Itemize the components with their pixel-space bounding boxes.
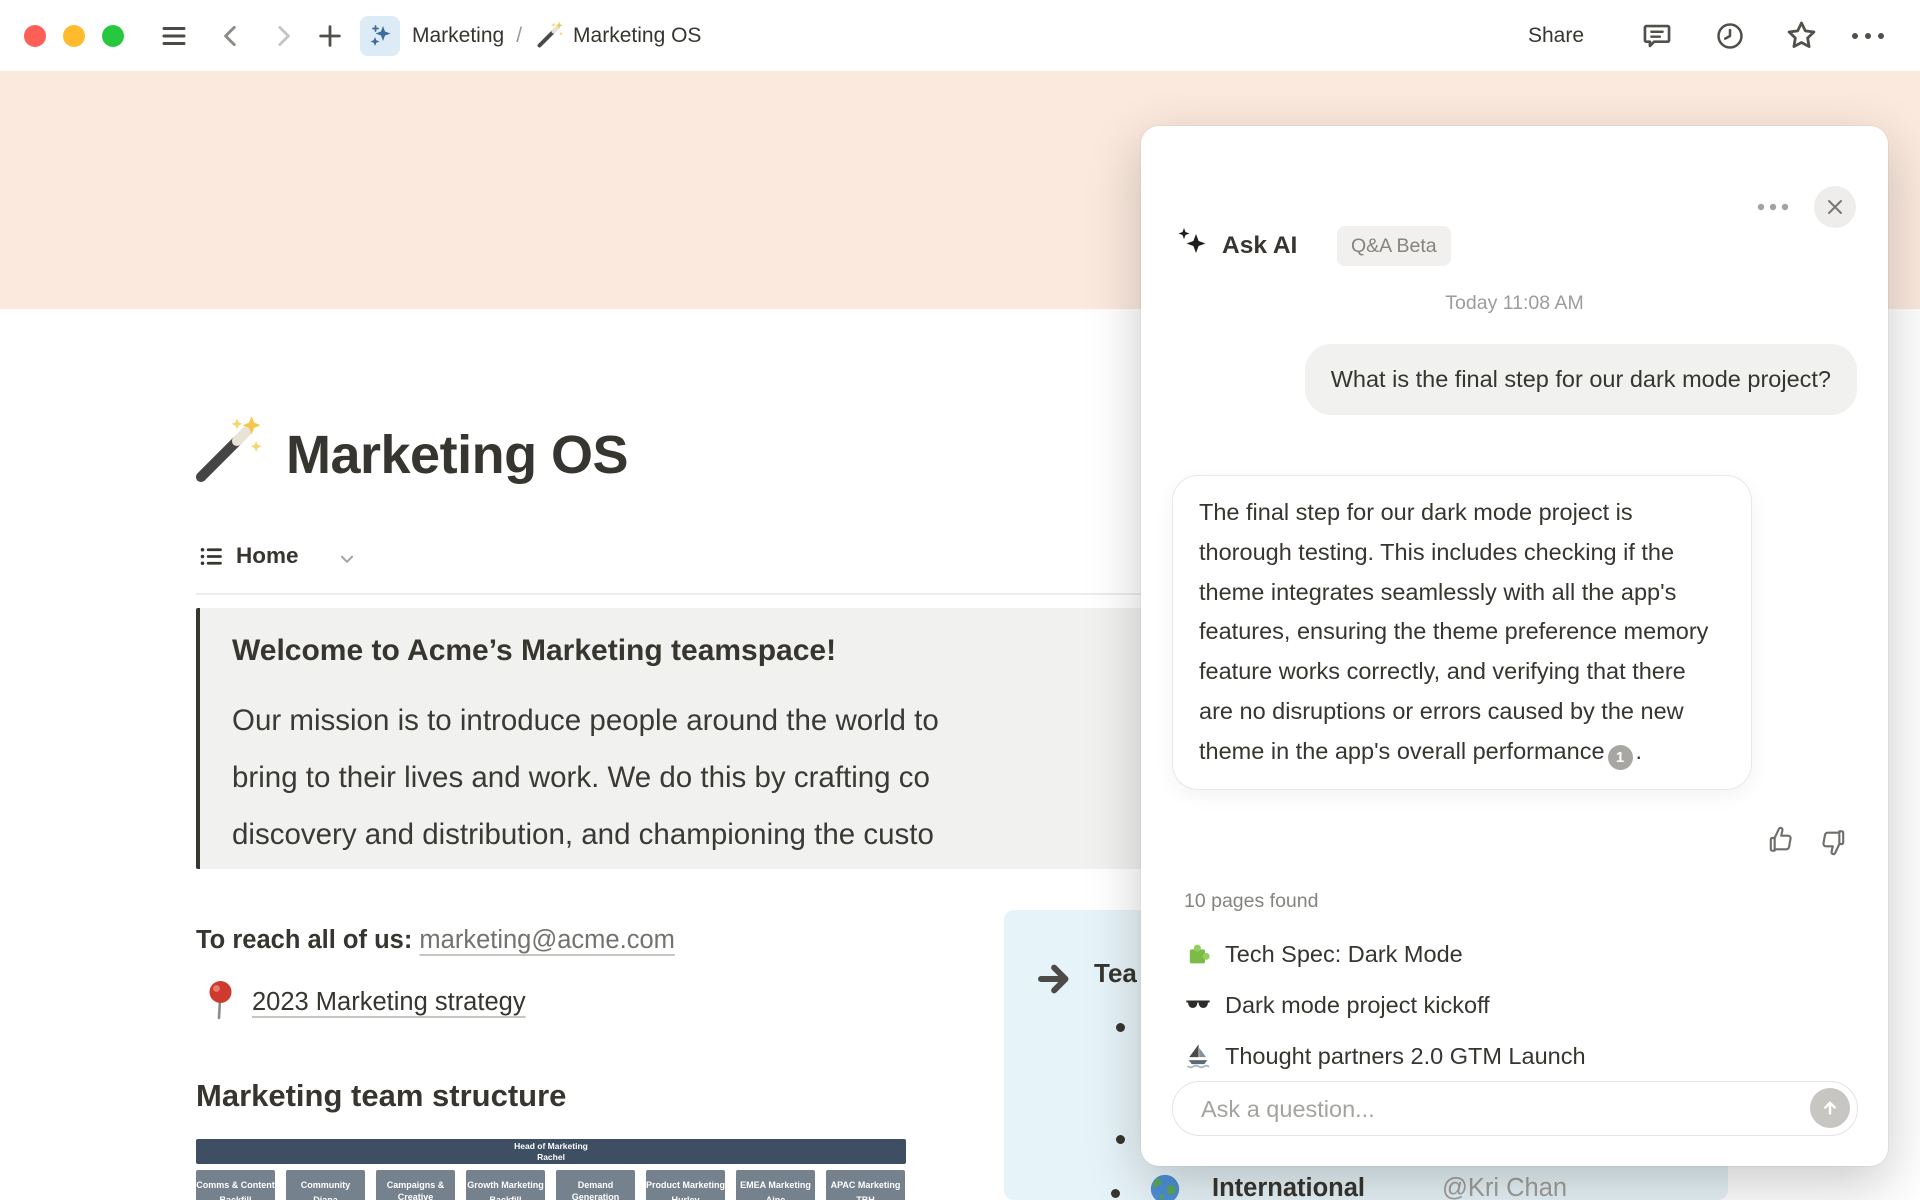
updates-clock-icon[interactable] [1714,20,1746,52]
org-chart-head: Head of Marketing Rachel [196,1139,906,1164]
chevron-down-icon[interactable] [338,550,356,568]
contact-line: To reach all of us: marketing@acme.com [196,922,675,958]
ai-answer-text: The final step for our dark mode project… [1199,499,1709,764]
breadcrumb-separator: / [516,24,523,47]
window-zoom-button[interactable] [102,25,124,47]
result-row[interactable]: Dark mode project kickoff [1184,988,1490,1022]
answer-period: . [1635,737,1643,764]
close-panel-button[interactable] [1814,186,1856,228]
thumbs-up-icon[interactable] [1766,824,1798,856]
ask-question-inputbox [1172,1081,1858,1136]
tab-home[interactable]: Home [236,539,299,573]
person-mention[interactable]: @Kri Chan [1442,1174,1567,1200]
panel-more-options-icon[interactable] [1753,198,1793,216]
org-chart-box: APAC Marketing TBH [826,1170,905,1200]
org-chart-box: Comms & Content Backfill [196,1170,275,1200]
org-chart-box: Product Marketing Hurley [646,1170,725,1200]
email-link[interactable]: marketing@acme.com [419,926,674,954]
result-row[interactable]: Thought partners 2.0 GTM Launch [1184,1039,1586,1073]
puzzle-icon [1189,944,1210,964]
org-chart-box: EMEA Marketing Aine [736,1170,815,1200]
list-bullet [1111,1189,1120,1198]
chat-timestamp: Today 11:08 AM [1445,292,1584,314]
ask-question-input[interactable] [1199,1084,1783,1134]
citation-chip[interactable]: 1 [1607,745,1633,771]
contact-label: To reach all of us: [196,926,420,954]
window-minimize-button[interactable] [63,25,85,47]
breadcrumb-teamspace[interactable]: Marketing [412,24,504,47]
close-icon [1828,200,1842,214]
international-page-link[interactable]: International [1212,1174,1365,1200]
team-updates-title: Tea [1094,958,1137,988]
org-head-role: Head of Marketing [514,1141,588,1151]
globe-emoji-icon [1150,1174,1180,1200]
sunglasses-icon [1186,1000,1210,1008]
ai-answer-bubble: The final step for our dark mode project… [1172,475,1752,790]
pushpin-emoji-icon [209,981,232,1020]
result-row[interactable]: Tech Spec: Dark Mode [1184,937,1463,971]
ask-ai-sparkle-icon [1178,228,1206,253]
new-page-icon[interactable] [316,22,344,50]
result-title: Dark mode project kickoff [1225,992,1490,1018]
user-question-bubble: What is the final step for our dark mode… [1304,344,1857,415]
arrow-right-icon [1038,964,1069,994]
sidebar-menu-icon[interactable] [158,21,190,51]
breadcrumb-page[interactable]: Marketing OS [573,24,701,47]
result-title: Tech Spec: Dark Mode [1225,941,1463,967]
org-chart-box: Campaigns & CreativeRob [376,1170,455,1200]
strategy-page-link[interactable]: 2023 Marketing strategy [252,988,526,1017]
send-button[interactable] [1810,1088,1850,1128]
ask-ai-title: Ask AI [1222,232,1298,259]
favorite-star-icon[interactable] [1784,18,1819,53]
result-title: Thought partners 2.0 GTM Launch [1225,1043,1586,1069]
comments-icon[interactable] [1640,19,1674,53]
org-chart-box: Community Diana [286,1170,365,1200]
sailboat-icon [1187,1044,1210,1069]
page-title: Marketing OS [286,425,629,485]
list-bullet [1116,1023,1125,1032]
list-bullet [1116,1135,1125,1144]
breadcrumb: Marketing / Marketing OS [412,0,701,71]
back-arrow-icon[interactable] [218,22,244,50]
thumbs-down-icon[interactable] [1816,826,1848,858]
share-button[interactable]: Share [1528,0,1584,71]
teamspace-sparkles-icon[interactable] [360,16,400,56]
team-structure-heading: Marketing team structure [196,1078,567,1113]
org-head-name: Rachel [537,1152,565,1162]
more-options-icon[interactable] [1848,29,1888,43]
results-count: 10 pages found [1184,890,1319,912]
app-window: Marketing / Marketing OS Share Marketing… [0,0,1920,1200]
org-chart-box: Demand GenerationHa [556,1170,635,1200]
qa-beta-badge: Q&A Beta [1337,226,1451,266]
wand-emoji-icon [537,21,564,48]
org-chart-box: Growth Marketing Backfill [466,1170,545,1200]
top-bar: Marketing / Marketing OS Share [0,0,1920,71]
list-view-icon [200,547,222,566]
ask-ai-panel: Ask AI Q&A Beta Today 11:08 AM What is t… [1141,126,1888,1166]
forward-arrow-icon[interactable] [270,22,296,50]
window-close-button[interactable] [24,25,46,47]
send-arrow-icon [1824,1101,1836,1115]
page-wand-emoji-icon[interactable] [192,414,264,486]
